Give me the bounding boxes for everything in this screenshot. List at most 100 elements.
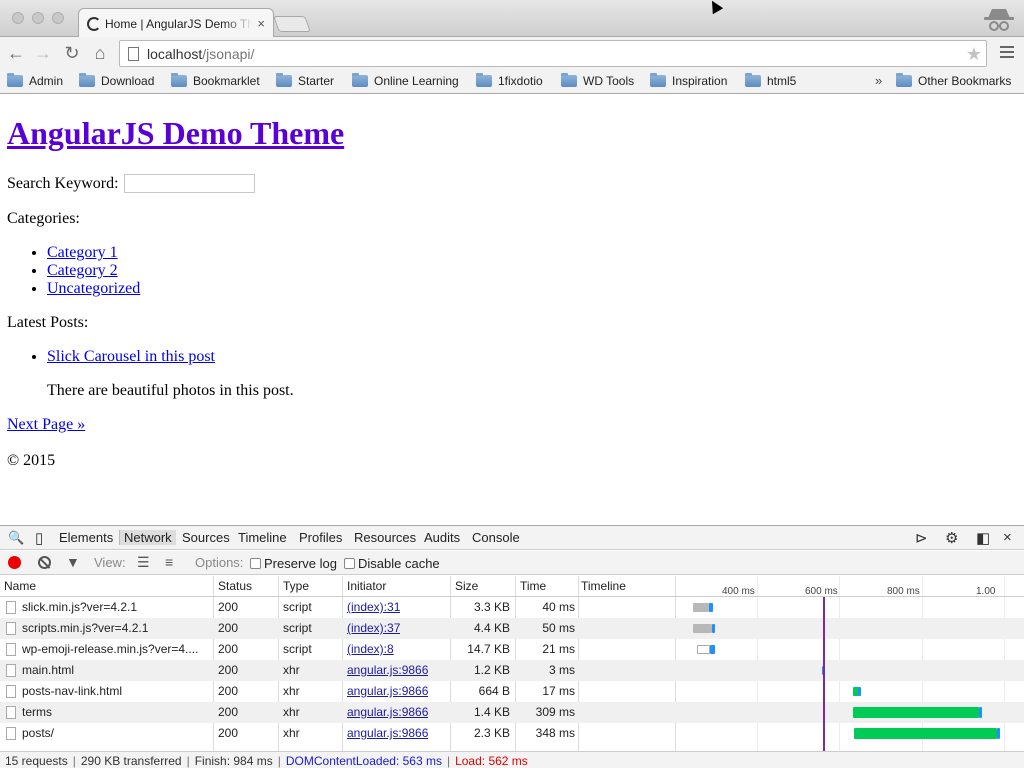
network-table: Name Status Type Initiator Size Time Tim… bbox=[0, 576, 1024, 768]
forward-icon[interactable]: → bbox=[33, 43, 53, 63]
bookmark-folder[interactable]: 1fixdotio bbox=[476, 73, 543, 88]
column-header[interactable]: Timeline bbox=[581, 579, 626, 593]
reload-icon[interactable]: ↻ bbox=[62, 43, 82, 63]
site-title-link[interactable]: AngularJS Demo Theme bbox=[7, 115, 344, 151]
initiator-link[interactable]: angular.js:9866 bbox=[347, 726, 428, 740]
preserve-log-checkbox[interactable]: Preserve log bbox=[250, 556, 337, 571]
tab-strip: Home | AngularJS Demo Theme × bbox=[0, 0, 1024, 38]
tab-profiles[interactable]: Profiles bbox=[299, 530, 342, 545]
address-bar[interactable]: localhost/jsonapi/ ★ bbox=[119, 40, 987, 67]
close-devtools-icon[interactable]: × bbox=[1003, 529, 1012, 546]
table-row[interactable]: main.html 200 xhr angular.js:9866 1.2 KB… bbox=[0, 660, 1024, 681]
browser-toolbar: ← → ↻ ⌂ localhost/jsonapi/ ★ bbox=[0, 37, 1024, 70]
tab-audits[interactable]: Audits bbox=[424, 530, 460, 545]
dom-content-loaded-marker bbox=[823, 597, 825, 768]
minimize-window-button[interactable] bbox=[32, 12, 44, 24]
inspect-icon[interactable]: 🔍 bbox=[8, 530, 24, 546]
dock-side-icon[interactable]: ◧ bbox=[976, 529, 990, 547]
initiator-link[interactable]: angular.js:9866 bbox=[347, 663, 428, 677]
bookmark-folder[interactable]: Starter bbox=[276, 73, 334, 88]
category-link[interactable]: Category 1 bbox=[47, 244, 118, 261]
menu-icon[interactable] bbox=[1000, 46, 1014, 60]
bookmark-folder[interactable]: Download bbox=[79, 73, 154, 88]
bookmark-folder[interactable]: Admin bbox=[7, 73, 63, 88]
back-icon[interactable]: ← bbox=[6, 43, 26, 63]
folder-icon bbox=[79, 73, 95, 87]
copyright: © 2015 bbox=[7, 452, 56, 469]
devtools-tabbar: 🔍 ▯ Elements Network Sources Timeline Pr… bbox=[0, 526, 1024, 550]
tab-console[interactable]: Console bbox=[472, 530, 520, 545]
timing-bar bbox=[693, 624, 712, 633]
timeline-tick: 1.00 bbox=[976, 586, 996, 597]
table-row[interactable]: posts-nav-link.html 200 xhr angular.js:9… bbox=[0, 681, 1024, 702]
tab-timeline[interactable]: Timeline bbox=[238, 530, 287, 545]
post-title-link[interactable]: Slick Carousel in this post bbox=[47, 348, 215, 365]
bookmark-folder[interactable]: Inspiration bbox=[650, 73, 727, 88]
bookmark-folder[interactable]: html5 bbox=[745, 73, 796, 88]
list-item: Slick Carousel in this post bbox=[47, 348, 215, 366]
browser-tab[interactable]: Home | AngularJS Demo Theme × bbox=[78, 8, 274, 38]
timing-bar bbox=[712, 624, 715, 633]
column-header[interactable]: Status bbox=[218, 579, 252, 593]
initiator-link[interactable]: (index):8 bbox=[347, 642, 394, 656]
view-label: View: bbox=[94, 555, 126, 570]
record-icon[interactable] bbox=[8, 556, 21, 569]
network-toolbar: ▼ View: ☰ ≡ Options: Preserve log Disabl… bbox=[0, 551, 1024, 575]
network-status-bar: 15 requests | 290 KB transferred | Finish: 9… bbox=[0, 751, 1024, 768]
filter-icon[interactable]: ▼ bbox=[66, 554, 80, 570]
bookmark-folder[interactable]: Online Learning bbox=[352, 73, 459, 88]
column-header[interactable]: Type bbox=[283, 579, 309, 593]
table-row[interactable]: scripts.min.js?ver=4.2.1 200 script (ind… bbox=[0, 618, 1024, 639]
tab-network[interactable]: Network bbox=[119, 530, 176, 545]
next-page-link[interactable]: Next Page » bbox=[7, 416, 85, 434]
clear-icon[interactable] bbox=[38, 556, 51, 569]
other-bookmarks-folder[interactable]: Other Bookmarks bbox=[896, 73, 1011, 88]
bookmark-folder[interactable]: Bookmarklet bbox=[171, 73, 260, 88]
category-link[interactable]: Category 2 bbox=[47, 262, 118, 279]
timeline-tick: 800 ms bbox=[887, 586, 920, 597]
web-page: AngularJS Demo Theme Search Keyword: Cat… bbox=[0, 95, 1024, 525]
table-row[interactable]: posts/ 200 xhr angular.js:9866 2.3 KB 34… bbox=[0, 723, 1024, 744]
initiator-link[interactable]: (index):37 bbox=[347, 621, 400, 635]
tab-elements[interactable]: Elements bbox=[59, 530, 113, 545]
tab-resources[interactable]: Resources bbox=[354, 530, 416, 545]
bookmarks-overflow-icon[interactable]: » bbox=[875, 73, 882, 88]
transferred-size: 290 KB transferred bbox=[80, 754, 182, 768]
file-icon bbox=[6, 643, 16, 656]
tab-close-icon[interactable]: × bbox=[257, 16, 265, 31]
search-form: Search Keyword: bbox=[7, 174, 255, 193]
request-count: 15 requests bbox=[5, 754, 68, 768]
table-row[interactable]: slick.min.js?ver=4.2.1 200 script (index… bbox=[0, 597, 1024, 618]
folder-icon bbox=[171, 73, 187, 87]
settings-gear-icon[interactable]: ⚙ bbox=[945, 529, 958, 547]
overview-icon[interactable]: ≡ bbox=[165, 554, 173, 570]
folder-icon bbox=[352, 73, 368, 87]
console-drawer-icon[interactable]: ⊳ bbox=[915, 529, 928, 547]
table-header: Name Status Type Initiator Size Time Tim… bbox=[0, 576, 1024, 597]
column-header[interactable]: Initiator bbox=[347, 579, 386, 593]
tab-sources[interactable]: Sources bbox=[182, 530, 230, 545]
device-mode-icon[interactable]: ▯ bbox=[35, 529, 43, 547]
timeline-tick: 400 ms bbox=[722, 586, 755, 597]
list-item: Uncategorized bbox=[47, 280, 140, 298]
initiator-link[interactable]: (index):31 bbox=[347, 600, 400, 614]
large-rows-icon[interactable]: ☰ bbox=[137, 554, 150, 571]
zoom-window-button[interactable] bbox=[52, 12, 64, 24]
column-header[interactable]: Name bbox=[4, 579, 36, 593]
column-header[interactable]: Size bbox=[455, 579, 478, 593]
bookmark-star-icon[interactable]: ★ bbox=[966, 44, 982, 65]
new-tab-button[interactable] bbox=[273, 16, 311, 32]
home-icon[interactable]: ⌂ bbox=[90, 43, 110, 63]
initiator-link[interactable]: angular.js:9866 bbox=[347, 684, 428, 698]
category-link[interactable]: Uncategorized bbox=[47, 280, 140, 297]
column-header[interactable]: Time bbox=[520, 579, 546, 593]
bookmark-folder[interactable]: WD Tools bbox=[561, 73, 634, 88]
search-input[interactable] bbox=[123, 174, 255, 193]
initiator-link[interactable]: angular.js:9866 bbox=[347, 705, 428, 719]
table-row[interactable]: wp-emoji-release.min.js?ver=4.... 200 sc… bbox=[0, 639, 1024, 660]
file-icon bbox=[6, 664, 16, 677]
disable-cache-checkbox[interactable]: Disable cache bbox=[344, 556, 440, 571]
bookmarks-bar: Admin Download Bookmarklet Starter Onlin… bbox=[0, 70, 1024, 94]
table-row[interactable]: terms 200 xhr angular.js:9866 1.4 KB 309… bbox=[0, 702, 1024, 723]
close-window-button[interactable] bbox=[12, 12, 24, 24]
